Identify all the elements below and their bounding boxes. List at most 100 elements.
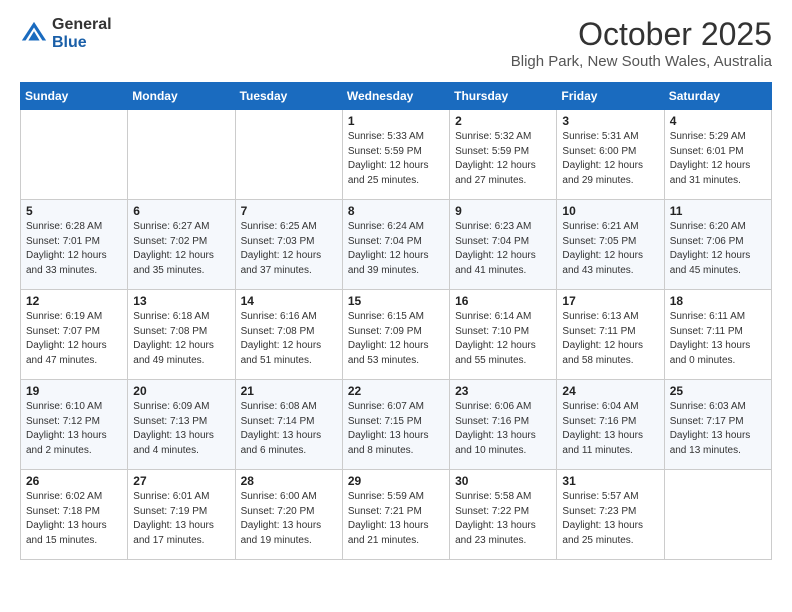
day-info: Sunrise: 6:09 AM Sunset: 7:13 PM Dayligh… [133, 400, 229, 458]
day-info: Sunrise: 6:23 AM Sunset: 7:04 PM Dayligh… [455, 220, 551, 278]
day-info: Sunrise: 6:24 AM Sunset: 7:04 PM Dayligh… [348, 220, 444, 278]
calendar-cell: 14Sunrise: 6:16 AM Sunset: 7:08 PM Dayli… [235, 290, 342, 380]
calendar-cell: 21 Sunrise: 6:08 AM Sunset: 7:14 PM Dayli… [235, 380, 342, 470]
calendar-cell: 3 Sunrise: 5:31 AM Sunset: 6:00 PM Daylig… [557, 110, 664, 200]
calendar-header-row: SundayMondayTuesdayWednesdayThursdayFrid… [21, 83, 772, 110]
day-number: 4 [670, 114, 766, 128]
day-number: 6 [133, 204, 229, 218]
calendar-cell: 11Sunrise: 6:20 AM Sunset: 7:06 PM Dayli… [664, 200, 771, 290]
day-info: Sunrise: 6:03 AM Sunset: 7:17 PM Dayligh… [670, 400, 766, 458]
day-info: Sunrise: 5:59 AM Sunset: 7:21 PM Dayligh… [348, 490, 444, 548]
day-info: Sunrise: 6:10 AM Sunset: 7:12 PM Dayligh… [26, 400, 122, 458]
day-number: 9 [455, 204, 551, 218]
calendar-cell: 18 Sunrise: 6:11 AM Sunset: 7:11 PM Dayli… [664, 290, 771, 380]
calendar-cell: 24 Sunrise: 6:04 AM Sunset: 7:16 PM Dayli… [557, 380, 664, 470]
calendar-cell [664, 470, 771, 560]
header: General Blue October 2025 Bligh Park, Ne… [20, 16, 772, 70]
day-info: Sunrise: 6:25 AM Sunset: 7:03 PM Dayligh… [241, 220, 337, 278]
calendar-cell: 13 Sunrise: 6:18 AM Sunset: 7:08 PM Dayli… [128, 290, 235, 380]
day-number: 1 [348, 114, 444, 128]
day-number: 15 [348, 294, 444, 308]
day-info: Sunrise: 5:32 AM Sunset: 5:59 PM Dayligh… [455, 130, 551, 188]
day-info: Sunrise: 6:13 AM Sunset: 7:11 PM Dayligh… [562, 310, 658, 368]
logo-general: General [52, 16, 112, 34]
column-header-tuesday: Tuesday [235, 83, 342, 110]
calendar-cell: 30 Sunrise: 5:58 AM Sunset: 7:22 PM Dayli… [450, 470, 557, 560]
calendar-cell: 20 Sunrise: 6:09 AM Sunset: 7:13 PM Dayli… [128, 380, 235, 470]
calendar-cell: 22 Sunrise: 6:07 AM Sunset: 7:15 PM Dayli… [342, 380, 449, 470]
day-number: 30 [455, 474, 551, 488]
day-info: Sunrise: 6:19 AM Sunset: 7:07 PM Dayligh… [26, 310, 122, 368]
day-info: Sunrise: 5:31 AM Sunset: 6:00 PM Dayligh… [562, 130, 658, 188]
day-info: Sunrise: 5:29 AM Sunset: 6:01 PM Dayligh… [670, 130, 766, 188]
day-number: 24 [562, 384, 658, 398]
day-info: Sunrise: 6:06 AM Sunset: 7:16 PM Dayligh… [455, 400, 551, 458]
day-number: 5 [26, 204, 122, 218]
day-number: 22 [348, 384, 444, 398]
calendar-cell: 15 Sunrise: 6:15 AM Sunset: 7:09 PM Dayli… [342, 290, 449, 380]
calendar-week-1: 1Sunrise: 5:33 AM Sunset: 5:59 PM Daylig… [21, 110, 772, 200]
day-number: 10 [562, 204, 658, 218]
day-info: Sunrise: 6:04 AM Sunset: 7:16 PM Dayligh… [562, 400, 658, 458]
day-info: Sunrise: 6:15 AM Sunset: 7:09 PM Dayligh… [348, 310, 444, 368]
calendar-cell [235, 110, 342, 200]
day-number: 31 [562, 474, 658, 488]
calendar-cell: 10 Sunrise: 6:21 AM Sunset: 7:05 PM Dayli… [557, 200, 664, 290]
column-header-sunday: Sunday [21, 83, 128, 110]
calendar-week-3: 12 Sunrise: 6:19 AM Sunset: 7:07 PM Dayli… [21, 290, 772, 380]
day-number: 14 [241, 294, 337, 308]
column-header-wednesday: Wednesday [342, 83, 449, 110]
day-number: 13 [133, 294, 229, 308]
day-info: Sunrise: 6:01 AM Sunset: 7:19 PM Dayligh… [133, 490, 229, 548]
day-number: 21 [241, 384, 337, 398]
day-number: 20 [133, 384, 229, 398]
day-number: 18 [670, 294, 766, 308]
day-number: 12 [26, 294, 122, 308]
calendar-cell: 16 Sunrise: 6:14 AM Sunset: 7:10 PM Dayli… [450, 290, 557, 380]
day-number: 28 [241, 474, 337, 488]
day-number: 2 [455, 114, 551, 128]
day-number: 3 [562, 114, 658, 128]
day-info: Sunrise: 6:07 AM Sunset: 7:15 PM Dayligh… [348, 400, 444, 458]
logo-icon [20, 20, 48, 48]
calendar-cell: 12 Sunrise: 6:19 AM Sunset: 7:07 PM Dayli… [21, 290, 128, 380]
calendar-week-4: 19Sunrise: 6:10 AM Sunset: 7:12 PM Dayli… [21, 380, 772, 470]
calendar-cell: 9 Sunrise: 6:23 AM Sunset: 7:04 PM Daylig… [450, 200, 557, 290]
day-number: 8 [348, 204, 444, 218]
day-number: 23 [455, 384, 551, 398]
calendar-cell: 25 Sunrise: 6:03 AM Sunset: 7:17 PM Dayli… [664, 380, 771, 470]
day-number: 16 [455, 294, 551, 308]
calendar-cell: 31 Sunrise: 5:57 AM Sunset: 7:23 PM Dayli… [557, 470, 664, 560]
day-info: Sunrise: 5:57 AM Sunset: 7:23 PM Dayligh… [562, 490, 658, 548]
calendar-cell: 8 Sunrise: 6:24 AM Sunset: 7:04 PM Daylig… [342, 200, 449, 290]
calendar-cell: 19Sunrise: 6:10 AM Sunset: 7:12 PM Dayli… [21, 380, 128, 470]
day-info: Sunrise: 6:11 AM Sunset: 7:11 PM Dayligh… [670, 310, 766, 368]
day-info: Sunrise: 6:14 AM Sunset: 7:10 PM Dayligh… [455, 310, 551, 368]
calendar-week-2: 5 Sunrise: 6:28 AM Sunset: 7:01 PM Daylig… [21, 200, 772, 290]
calendar-cell [128, 110, 235, 200]
day-number: 27 [133, 474, 229, 488]
calendar-week-5: 26 Sunrise: 6:02 AM Sunset: 7:18 PM Dayli… [21, 470, 772, 560]
calendar-cell: 7Sunrise: 6:25 AM Sunset: 7:03 PM Daylig… [235, 200, 342, 290]
day-info: Sunrise: 6:21 AM Sunset: 7:05 PM Dayligh… [562, 220, 658, 278]
location: Bligh Park, New South Wales, Australia [511, 53, 772, 70]
calendar-cell: 17Sunrise: 6:13 AM Sunset: 7:11 PM Dayli… [557, 290, 664, 380]
calendar-cell: 1Sunrise: 5:33 AM Sunset: 5:59 PM Daylig… [342, 110, 449, 200]
calendar-cell: 6Sunrise: 6:27 AM Sunset: 7:02 PM Daylig… [128, 200, 235, 290]
day-info: Sunrise: 5:58 AM Sunset: 7:22 PM Dayligh… [455, 490, 551, 548]
calendar-cell: 29Sunrise: 5:59 AM Sunset: 7:21 PM Dayli… [342, 470, 449, 560]
day-number: 25 [670, 384, 766, 398]
calendar-cell: 28 Sunrise: 6:00 AM Sunset: 7:20 PM Dayli… [235, 470, 342, 560]
day-info: Sunrise: 6:18 AM Sunset: 7:08 PM Dayligh… [133, 310, 229, 368]
calendar: SundayMondayTuesdayWednesdayThursdayFrid… [20, 82, 772, 560]
logo: General Blue [20, 16, 112, 51]
title-area: October 2025 Bligh Park, New South Wales… [511, 16, 772, 70]
day-info: Sunrise: 6:08 AM Sunset: 7:14 PM Dayligh… [241, 400, 337, 458]
day-info: Sunrise: 6:00 AM Sunset: 7:20 PM Dayligh… [241, 490, 337, 548]
calendar-cell: 2 Sunrise: 5:32 AM Sunset: 5:59 PM Daylig… [450, 110, 557, 200]
calendar-cell: 26 Sunrise: 6:02 AM Sunset: 7:18 PM Dayli… [21, 470, 128, 560]
day-info: Sunrise: 6:02 AM Sunset: 7:18 PM Dayligh… [26, 490, 122, 548]
day-number: 26 [26, 474, 122, 488]
calendar-cell: 5 Sunrise: 6:28 AM Sunset: 7:01 PM Daylig… [21, 200, 128, 290]
day-info: Sunrise: 6:28 AM Sunset: 7:01 PM Dayligh… [26, 220, 122, 278]
